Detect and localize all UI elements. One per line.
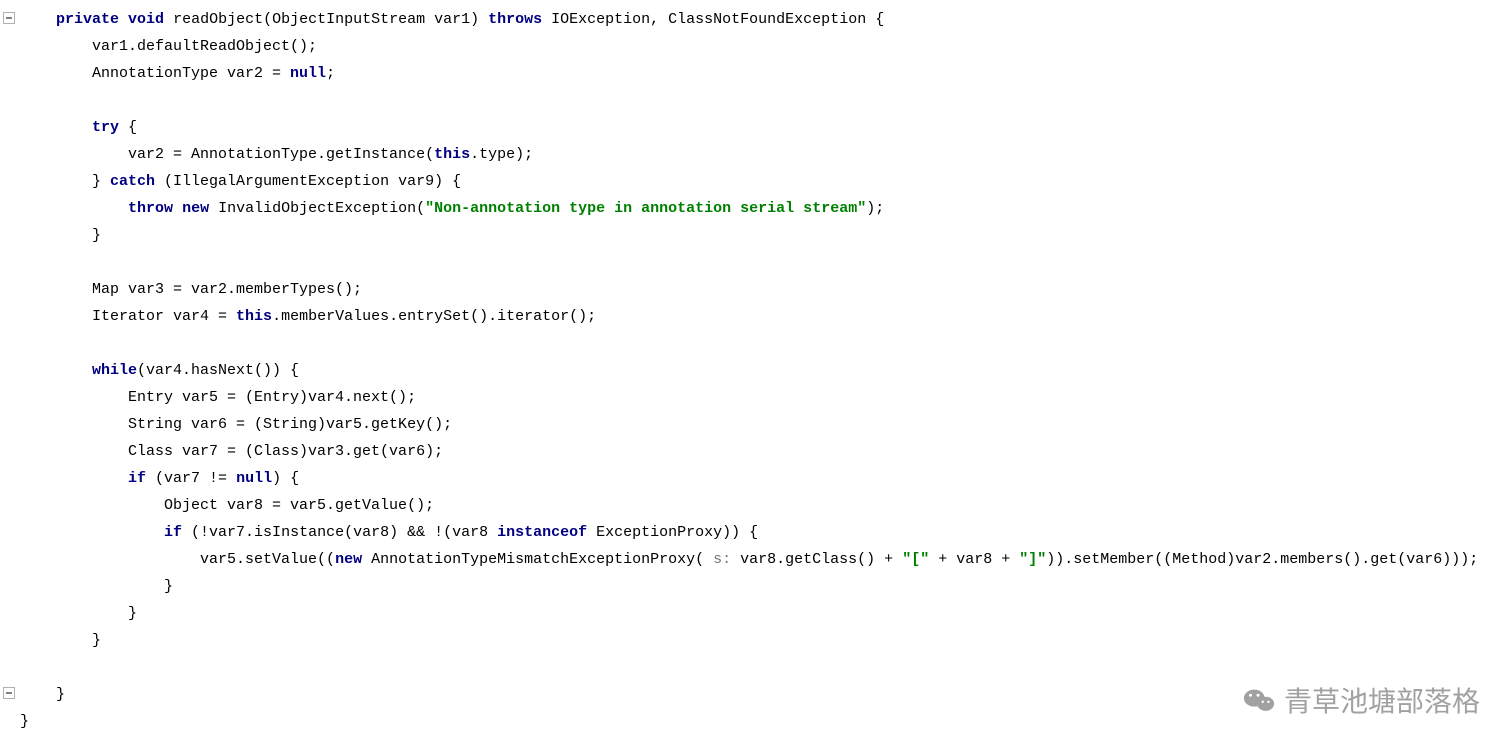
keyword-token: if — [164, 524, 182, 541]
code-token: Map var3 = var2.memberTypes(); — [20, 281, 362, 298]
code-line[interactable] — [20, 654, 1478, 681]
code-line[interactable]: } — [20, 600, 1478, 627]
code-token: ); — [866, 200, 884, 217]
code-token: var1.defaultReadObject(); — [20, 38, 317, 55]
code-token — [20, 119, 92, 136]
code-line[interactable]: AnnotationType var2 = null; — [20, 60, 1478, 87]
code-token: (IllegalArgumentException var9) { — [155, 173, 461, 190]
code-line[interactable]: Class var7 = (Class)var3.get(var6); — [20, 438, 1478, 465]
code-token — [20, 200, 128, 217]
code-token: } — [20, 713, 29, 730]
code-line[interactable]: if (var7 != null) { — [20, 465, 1478, 492]
keyword-token: null — [290, 65, 326, 82]
code-token: var5.setValue(( — [20, 551, 335, 568]
code-token: Object var8 = var5.getValue(); — [20, 497, 434, 514]
code-line[interactable]: throw new InvalidObjectException("Non-an… — [20, 195, 1478, 222]
code-token: ; — [326, 65, 335, 82]
code-token: IOException, ClassNotFoundException { — [542, 11, 884, 28]
code-token: Entry var5 = (Entry)var4.next(); — [20, 389, 416, 406]
fold-marker-icon[interactable] — [3, 12, 15, 24]
code-line[interactable]: } catch (IllegalArgumentException var9) … — [20, 168, 1478, 195]
code-token — [173, 200, 182, 217]
string-token: "]" — [1019, 551, 1046, 568]
keyword-token: throws — [488, 11, 542, 28]
code-line[interactable] — [20, 330, 1478, 357]
keyword-token: null — [236, 470, 272, 487]
keyword-token: try — [92, 119, 119, 136]
code-line[interactable]: String var6 = (String)var5.getKey(); — [20, 411, 1478, 438]
code-token: + var8 + — [929, 551, 1019, 568]
keyword-token: void — [128, 11, 164, 28]
code-line[interactable] — [20, 249, 1478, 276]
code-line[interactable] — [20, 87, 1478, 114]
code-line[interactable]: var1.defaultReadObject(); — [20, 33, 1478, 60]
keyword-token: new — [335, 551, 362, 568]
string-token: "Non-annotation type in annotation seria… — [425, 200, 866, 217]
code-token: } — [20, 227, 101, 244]
code-token: readObject(ObjectInputStream var1) — [164, 11, 488, 28]
keyword-token: if — [128, 470, 146, 487]
code-token — [20, 470, 128, 487]
code-token: InvalidObjectException( — [209, 200, 425, 217]
keyword-token: instanceof — [497, 524, 587, 541]
code-token: } — [20, 173, 110, 190]
fold-marker-icon[interactable] — [3, 687, 15, 699]
code-token: (var4.hasNext()) { — [137, 362, 299, 379]
keyword-token: this — [434, 146, 470, 163]
code-token: ExceptionProxy)) { — [587, 524, 758, 541]
code-token: } — [20, 632, 101, 649]
code-token: AnnotationTypeMismatchExceptionProxy( — [362, 551, 713, 568]
code-line[interactable]: Iterator var4 = this.memberValues.entryS… — [20, 303, 1478, 330]
keyword-token: new — [182, 200, 209, 217]
code-token: )).setMember((Method)var2.members().get(… — [1046, 551, 1478, 568]
code-token: var8.getClass() + — [731, 551, 902, 568]
code-token: Iterator var4 = — [20, 308, 236, 325]
code-token: (!var7.isInstance(var8) && !(var8 — [182, 524, 497, 541]
code-editor: private void readObject(ObjectInputStrea… — [0, 0, 1510, 87]
code-token: .memberValues.entrySet().iterator(); — [272, 308, 596, 325]
code-line[interactable]: Object var8 = var5.getValue(); — [20, 492, 1478, 519]
code-token: String var6 = (String)var5.getKey(); — [20, 416, 452, 433]
code-content[interactable]: private void readObject(ObjectInputStrea… — [20, 6, 1478, 735]
code-token — [20, 524, 164, 541]
editor-gutter — [0, 0, 18, 750]
code-token: AnnotationType var2 = — [20, 65, 290, 82]
keyword-token: catch — [110, 173, 155, 190]
code-line[interactable]: } — [20, 708, 1478, 735]
code-token: } — [20, 686, 65, 703]
code-token: } — [20, 605, 137, 622]
keyword-token: this — [236, 308, 272, 325]
code-line[interactable]: } — [20, 222, 1478, 249]
code-token: .type); — [470, 146, 533, 163]
code-line[interactable]: if (!var7.isInstance(var8) && !(var8 ins… — [20, 519, 1478, 546]
code-line[interactable]: var2 = AnnotationType.getInstance(this.t… — [20, 141, 1478, 168]
code-token: var2 = AnnotationType.getInstance( — [20, 146, 434, 163]
code-token — [119, 11, 128, 28]
code-token: ) { — [272, 470, 299, 487]
code-line[interactable]: private void readObject(ObjectInputStrea… — [20, 6, 1478, 33]
code-line[interactable]: Entry var5 = (Entry)var4.next(); — [20, 384, 1478, 411]
code-line[interactable]: } — [20, 627, 1478, 654]
keyword-token: while — [92, 362, 137, 379]
code-token — [20, 11, 56, 28]
code-line[interactable]: } — [20, 681, 1478, 708]
keyword-token: private — [56, 11, 119, 28]
code-line[interactable]: } — [20, 573, 1478, 600]
code-line[interactable]: Map var3 = var2.memberTypes(); — [20, 276, 1478, 303]
code-token: } — [20, 578, 173, 595]
code-line[interactable]: var5.setValue((new AnnotationTypeMismatc… — [20, 546, 1478, 573]
code-token — [20, 362, 92, 379]
code-token: Class var7 = (Class)var3.get(var6); — [20, 443, 443, 460]
keyword-token: throw — [128, 200, 173, 217]
string-token: "[" — [902, 551, 929, 568]
code-token: { — [119, 119, 137, 136]
code-line[interactable]: while(var4.hasNext()) { — [20, 357, 1478, 384]
code-token: (var7 != — [146, 470, 236, 487]
code-line[interactable]: try { — [20, 114, 1478, 141]
param-hint-token: s: — [713, 551, 731, 568]
